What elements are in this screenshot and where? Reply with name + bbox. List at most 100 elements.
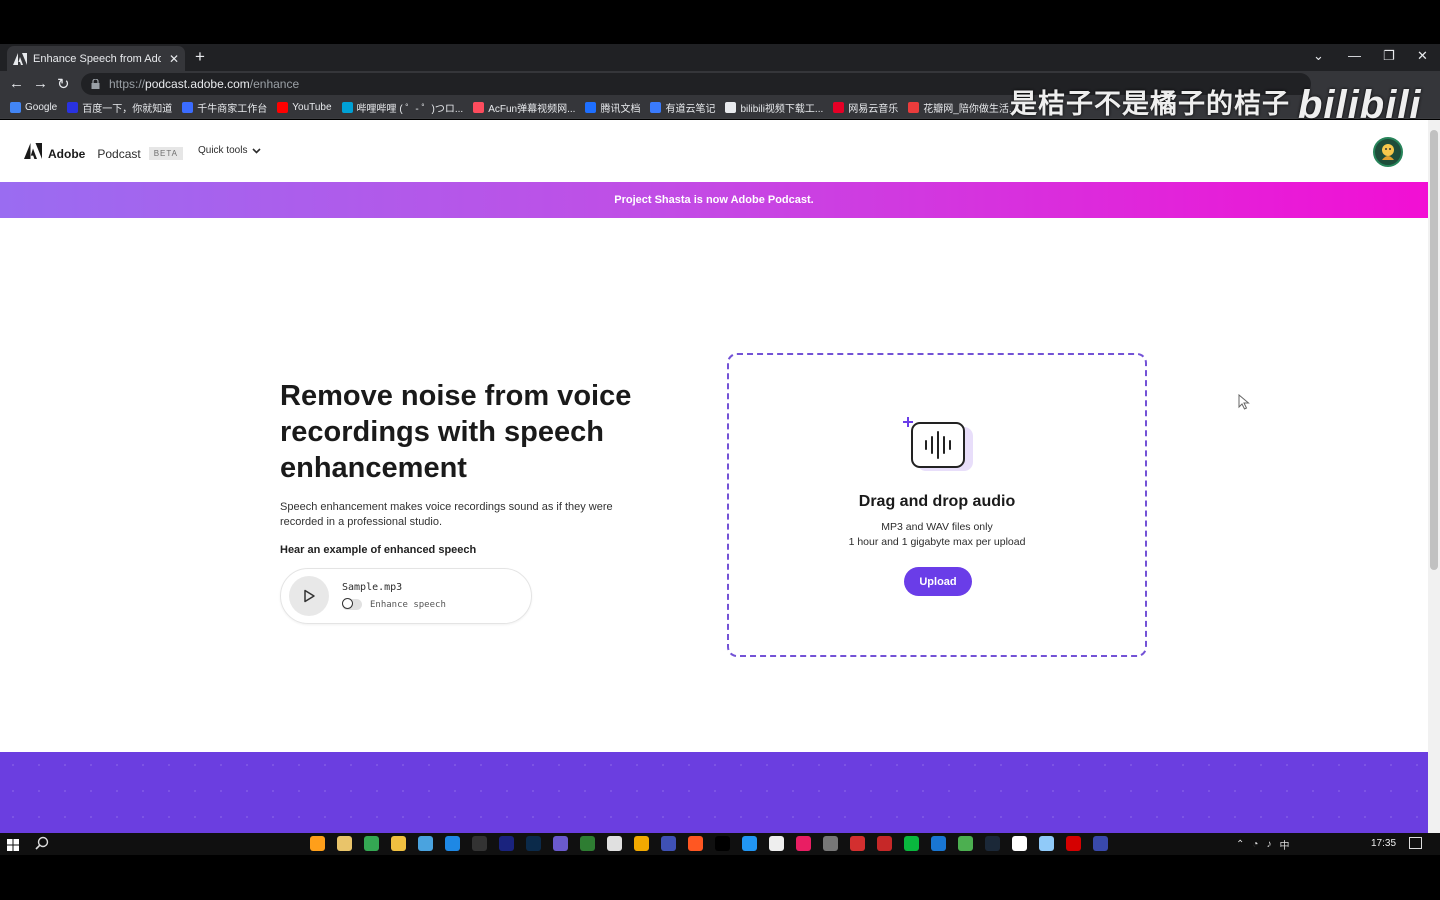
bookmark-item[interactable]: 哔哩哔哩 ( ゜- ゜)つロ... xyxy=(341,100,464,115)
scrollbar-thumb[interactable] xyxy=(1430,130,1438,570)
taskbar-app-icon[interactable] xyxy=(1039,836,1054,851)
taskbar-app-icon[interactable] xyxy=(877,836,892,851)
announcement-banner: Project Shasta is now Adobe Podcast. xyxy=(0,182,1428,218)
bookmark-label: AcFun弹幕视频网... xyxy=(488,104,576,115)
taskbar-app-icon[interactable] xyxy=(1066,836,1081,851)
taskbar-apps xyxy=(310,836,1108,851)
app-header: Adobe Podcast BETA Quick tools xyxy=(0,120,1428,182)
window-close-icon[interactable]: ✕ xyxy=(1417,48,1428,64)
player-info: Sample.mp3 Enhance speech xyxy=(342,582,446,610)
brand-name: Adobe xyxy=(48,146,86,161)
browser-tab-strip: Enhance Speech from Adobe | ✕ + ⌄ — ❐ ✕ xyxy=(0,44,1440,71)
taskbar-app-icon[interactable] xyxy=(634,836,649,851)
taskbar-app-icon[interactable] xyxy=(337,836,352,851)
bookmark-label: bilibili视频下载工... xyxy=(740,104,824,115)
page-scrollbar[interactable] xyxy=(1428,120,1440,833)
toggle-switch[interactable] xyxy=(342,598,362,610)
bookmark-favicon-icon xyxy=(585,102,597,113)
taskbar-app-icon[interactable] xyxy=(769,836,784,851)
bookmark-label: 千牛商家工作台 xyxy=(197,104,268,115)
bookmark-label: 网易云音乐 xyxy=(848,104,899,115)
enhance-speech-toggle[interactable]: Enhance speech xyxy=(342,598,446,610)
screen: Enhance Speech from Adobe | ✕ + ⌄ — ❐ ✕ … xyxy=(0,0,1440,900)
url-text: https://podcast.adobe.com/enhance xyxy=(109,77,300,91)
audio-dropzone[interactable]: Drag and drop audio MP3 and WAV files on… xyxy=(727,353,1147,657)
taskbar-app-icon[interactable] xyxy=(1012,836,1027,851)
tray-wifi-icon[interactable]: ◔ xyxy=(1252,839,1258,850)
tray-chevron-up-icon[interactable]: ⌃ xyxy=(1236,839,1244,850)
taskbar-app-icon[interactable] xyxy=(661,836,676,851)
taskbar-app-icon[interactable] xyxy=(499,836,514,851)
windows-taskbar: ⌃ ◔ ♪ 中 17:35 xyxy=(0,833,1440,855)
ime-indicator[interactable]: 中 xyxy=(1279,837,1289,852)
reload-icon[interactable]: ↻ xyxy=(57,75,70,93)
browser-tab-active[interactable]: Enhance Speech from Adobe | ✕ xyxy=(7,46,185,71)
bookmark-favicon-icon xyxy=(277,102,289,113)
user-avatar[interactable] xyxy=(1373,137,1403,167)
bookmark-label: 花瓣网_陪你做生活... xyxy=(923,104,1018,115)
sample-file-name: Sample.mp3 xyxy=(342,582,403,593)
taskbar-app-icon[interactable] xyxy=(580,836,595,851)
new-tab-button[interactable]: + xyxy=(195,47,205,67)
taskbar-app-icon[interactable] xyxy=(823,836,838,851)
windows-start-icon[interactable] xyxy=(7,838,19,856)
bookmark-item[interactable]: 有道云笔记 xyxy=(650,100,715,115)
taskbar-app-icon[interactable] xyxy=(850,836,865,851)
bookmark-item[interactable]: 千牛商家工作台 xyxy=(182,100,267,115)
play-button[interactable] xyxy=(289,576,329,616)
dropzone-limit-note: 1 hour and 1 gigabyte max per upload xyxy=(848,536,1026,548)
back-icon[interactable]: ← xyxy=(9,75,24,92)
bookmark-item[interactable]: YouTube xyxy=(277,102,332,113)
restore-icon[interactable]: ❐ xyxy=(1383,48,1395,64)
tab-close-icon[interactable]: ✕ xyxy=(169,52,179,66)
taskbar-app-icon[interactable] xyxy=(364,836,379,851)
bookmark-item[interactable]: 网易云音乐 xyxy=(833,100,898,115)
bookmark-label: Google xyxy=(25,102,58,113)
bookmark-label: 哔哩哔哩 ( ゜- ゜)つロ... xyxy=(356,104,464,115)
taskbar-app-icon[interactable] xyxy=(310,836,325,851)
taskbar-app-icon[interactable] xyxy=(742,836,757,851)
bookmark-item[interactable]: 百度一下，你就知道 xyxy=(67,100,172,115)
bookmark-favicon-icon xyxy=(473,102,485,113)
taskbar-app-icon[interactable] xyxy=(607,836,622,851)
taskbar-app-icon[interactable] xyxy=(715,836,730,851)
taskbar-app-icon[interactable] xyxy=(472,836,487,851)
taskbar-app-icon[interactable] xyxy=(931,836,946,851)
taskbar-app-icon[interactable] xyxy=(526,836,541,851)
system-tray: ⌃ ◔ ♪ 中 xyxy=(1236,837,1289,852)
adobe-favicon-icon xyxy=(13,52,27,66)
bookmark-label: 有道云笔记 xyxy=(665,104,716,115)
taskbar-app-icon[interactable] xyxy=(553,836,568,851)
tab-search-chevron-icon[interactable]: ⌄ xyxy=(1313,48,1324,64)
bookmark-item[interactable]: bilibili视频下载工... xyxy=(725,100,823,115)
bookmark-favicon-icon xyxy=(725,102,737,113)
bookmark-favicon-icon xyxy=(182,102,194,113)
bookmark-favicon-icon xyxy=(341,102,353,113)
taskbar-app-icon[interactable] xyxy=(391,836,406,851)
taskbar-app-icon[interactable] xyxy=(904,836,919,851)
taskbar-app-icon[interactable] xyxy=(445,836,460,851)
lock-icon xyxy=(91,79,100,89)
taskbar-app-icon[interactable] xyxy=(1093,836,1108,851)
bookmark-item[interactable]: Google xyxy=(10,102,57,113)
taskbar-app-icon[interactable] xyxy=(985,836,1000,851)
quick-tools-menu[interactable]: Quick tools xyxy=(198,145,262,156)
taskbar-clock[interactable]: 17:35 xyxy=(1371,838,1396,849)
upload-button[interactable]: Upload xyxy=(904,567,972,596)
tray-volume-icon[interactable]: ♪ xyxy=(1266,839,1271,850)
bookmark-item[interactable]: AcFun弹幕视频网... xyxy=(473,100,575,115)
bookmark-item[interactable]: 腾讯文档 xyxy=(585,100,640,115)
taskbar-search-icon[interactable] xyxy=(35,836,49,853)
taskbar-app-icon[interactable] xyxy=(418,836,433,851)
example-label: Hear an example of enhanced speech xyxy=(280,544,477,556)
minimize-icon[interactable]: — xyxy=(1348,48,1361,63)
adobe-podcast-logo[interactable]: Adobe Podcast BETA xyxy=(24,143,184,164)
bookmark-favicon-icon xyxy=(833,102,845,113)
forward-icon[interactable]: → xyxy=(33,75,48,92)
taskbar-app-icon[interactable] xyxy=(796,836,811,851)
notification-icon[interactable] xyxy=(1409,837,1422,849)
taskbar-app-icon[interactable] xyxy=(688,836,703,851)
bookmark-item[interactable]: 花瓣网_陪你做生活... xyxy=(908,100,1017,115)
taskbar-app-icon[interactable] xyxy=(958,836,973,851)
mouse-cursor-icon xyxy=(1238,393,1250,415)
